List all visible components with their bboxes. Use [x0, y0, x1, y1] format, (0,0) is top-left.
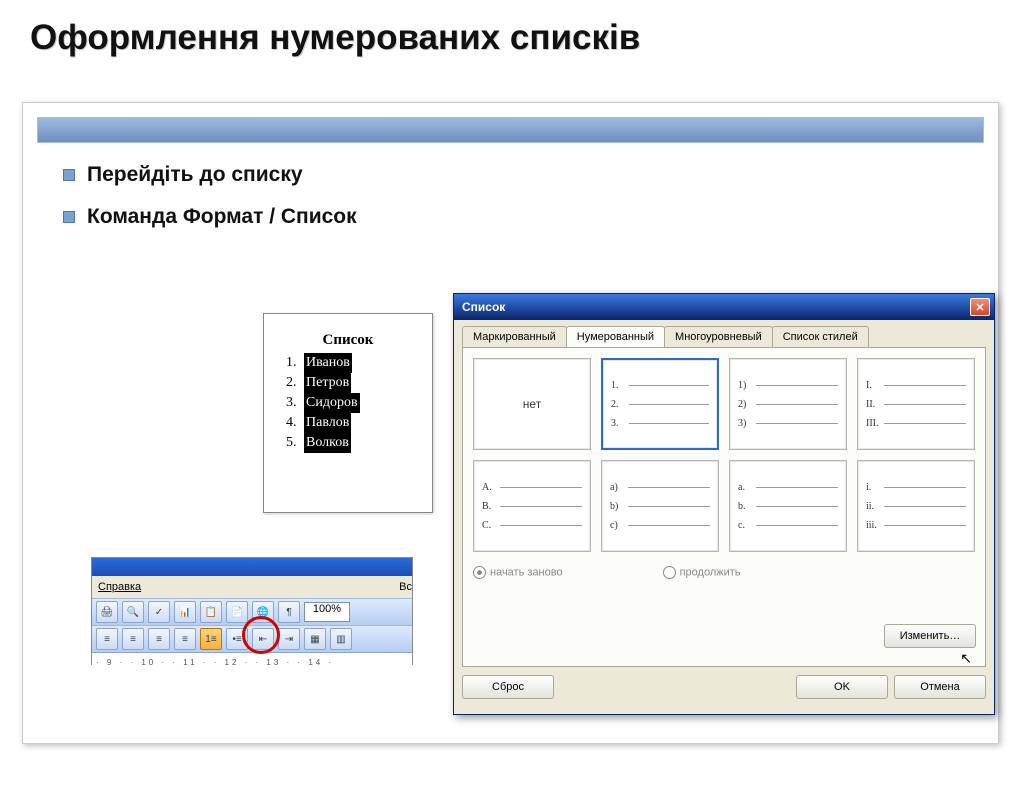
- pilcrow-icon[interactable]: ¶: [278, 601, 300, 623]
- close-icon[interactable]: ✕: [970, 298, 990, 316]
- reset-button[interactable]: Сброс: [462, 675, 554, 699]
- list-item: 3.Сидоров: [286, 393, 410, 413]
- increase-indent-icon[interactable]: ⇥: [278, 628, 300, 650]
- dialog-tabs: Маркированный Нумерованный Многоуровневы…: [454, 320, 994, 347]
- toolbar-icon[interactable]: ✓: [148, 601, 170, 623]
- format-none[interactable]: нет: [473, 358, 591, 450]
- menu-right-label: Вс: [399, 581, 412, 593]
- align-center-icon[interactable]: ≡: [122, 628, 144, 650]
- format-option[interactable]: a) b) c): [601, 460, 719, 552]
- highlight-icon[interactable]: ▥: [330, 628, 352, 650]
- window-titlebar: [92, 558, 412, 576]
- zoom-field[interactable]: 100%: [304, 602, 350, 622]
- cancel-button[interactable]: Отмена: [894, 675, 986, 699]
- toolbar-row-2: ≡ ≡ ≡ ≡ 1≡ •≡ ⇤ ⇥ ▦ ▥: [92, 625, 412, 652]
- ok-button[interactable]: OK: [796, 675, 888, 699]
- square-bullet-icon: [63, 169, 75, 181]
- dialog-title: Список: [462, 300, 505, 314]
- bullet-text: Перейдіть до списку: [87, 163, 303, 187]
- decorative-top-bar: [37, 117, 984, 143]
- radio-restart[interactable]: начать заново: [473, 566, 563, 579]
- bullet-item: Перейдіть до списку: [63, 163, 357, 187]
- decrease-indent-icon[interactable]: ⇤: [252, 628, 274, 650]
- bullet-list: Перейдіть до списку Команда Формат / Спи…: [63, 163, 357, 247]
- restart-options: начать заново продолжить: [473, 566, 975, 579]
- format-option[interactable]: 1) 2) 3): [729, 358, 847, 450]
- document-preview: Список 1.Иванов 2.Петров 3.Сидоров 4.Пав…: [263, 313, 433, 513]
- dialog-titlebar: Список ✕: [454, 294, 994, 320]
- toolbar-icon[interactable]: 📄: [226, 601, 248, 623]
- list-item: 1.Иванов: [286, 353, 410, 373]
- numbered-list-icon[interactable]: 1≡: [200, 628, 222, 650]
- menu-bar: Справка Вс: [92, 576, 412, 598]
- tab-bulleted[interactable]: Маркированный: [462, 326, 567, 347]
- slide: Оформлення нумерованих списків Перейдіть…: [0, 18, 1024, 785]
- bullet-text: Команда Формат / Список: [87, 205, 357, 229]
- doc-heading: Список: [286, 332, 410, 349]
- list-dialog: Список ✕ Маркированный Нумерованный Мног…: [453, 293, 995, 715]
- content-frame: Перейдіть до списку Команда Формат / Спи…: [22, 102, 999, 744]
- toolbar-icon[interactable]: 🔍: [122, 601, 144, 623]
- toolbar-screenshot: Справка Вс 🖨 🔍 ✓ 📊 📋 📄 🌐 ¶ 100% ≡ ≡ ≡ ≡ …: [91, 557, 413, 665]
- format-option[interactable]: a. b. c.: [729, 460, 847, 552]
- toolbar-row-1: 🖨 🔍 ✓ 📊 📋 📄 🌐 ¶ 100%: [92, 598, 412, 625]
- cursor-icon: ↖: [960, 650, 972, 667]
- list-item: 2.Петров: [286, 373, 410, 393]
- justify-icon[interactable]: ≡: [174, 628, 196, 650]
- square-bullet-icon: [63, 211, 75, 223]
- change-button[interactable]: Изменить…: [884, 624, 976, 648]
- toolbar-icon[interactable]: 🌐: [252, 601, 274, 623]
- tab-multilevel[interactable]: Многоуровневый: [664, 326, 773, 347]
- format-option[interactable]: 1. 2. 3.: [601, 358, 719, 450]
- dialog-body: нет 1. 2. 3. 1) 2) 3) I. II. III.: [462, 347, 986, 667]
- align-right-icon[interactable]: ≡: [148, 628, 170, 650]
- bulleted-list-icon[interactable]: •≡: [226, 628, 248, 650]
- slide-title: Оформлення нумерованих списків: [30, 18, 1024, 58]
- doc-numbered-list: 1.Иванов 2.Петров 3.Сидоров 4.Павлов 5.В…: [286, 353, 410, 453]
- radio-continue[interactable]: продолжить: [663, 566, 741, 579]
- align-left-icon[interactable]: ≡: [96, 628, 118, 650]
- borders-icon[interactable]: ▦: [304, 628, 326, 650]
- format-preview-grid: нет 1. 2. 3. 1) 2) 3) I. II. III.: [473, 358, 975, 552]
- format-option[interactable]: I. II. III.: [857, 358, 975, 450]
- ruler: · 9 · · 10 · · 11 · · 12 · · 13 · · 14 ·: [92, 652, 412, 671]
- format-option[interactable]: A. B. C.: [473, 460, 591, 552]
- dialog-footer: Сброс OK Отмена: [454, 675, 994, 707]
- list-item: 4.Павлов: [286, 413, 410, 433]
- toolbar-icon[interactable]: 📊: [174, 601, 196, 623]
- format-option[interactable]: i. ii. iii.: [857, 460, 975, 552]
- tab-styles[interactable]: Список стилей: [772, 326, 869, 347]
- toolbar-icon[interactable]: 🖨: [96, 601, 118, 623]
- bullet-item: Команда Формат / Список: [63, 205, 357, 229]
- tab-numbered[interactable]: Нумерованный: [566, 326, 665, 347]
- toolbar-icon[interactable]: 📋: [200, 601, 222, 623]
- menu-help-label[interactable]: Справка: [98, 581, 141, 593]
- list-item: 5.Волков: [286, 433, 410, 453]
